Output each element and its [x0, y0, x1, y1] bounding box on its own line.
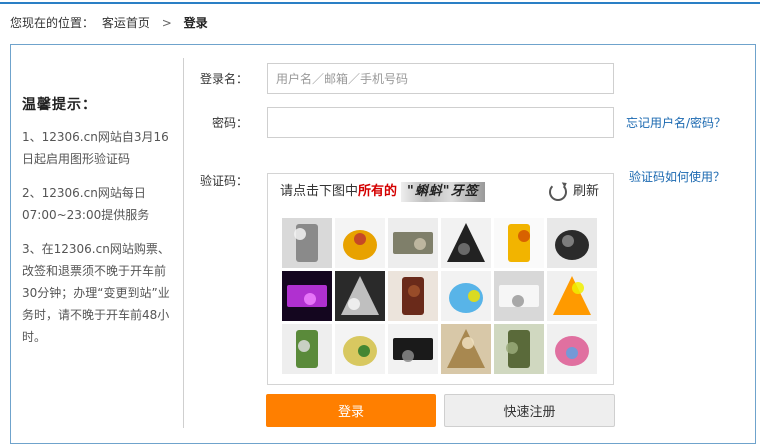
username-input[interactable] [267, 63, 614, 94]
captcha-refresh-label: 刷新 [572, 184, 599, 199]
captcha-box: 请点击下图中所有的 "蝌蚪"牙签 刷新 [267, 173, 614, 385]
captcha-image-earphones[interactable] [388, 324, 438, 374]
breadcrumb-prefix: 您现在的位置： [10, 16, 95, 30]
captcha-image-confetti-pieces[interactable] [547, 324, 597, 374]
captcha-image-keyboard[interactable] [441, 218, 491, 268]
captcha-image-zipper[interactable] [547, 218, 597, 268]
captcha-image-colored-sticky-notes[interactable] [547, 271, 597, 321]
captcha-image-usb-drive[interactable] [388, 218, 438, 268]
breadcrumb-current: 登录 [183, 16, 208, 30]
tip-item-3: 3、在12306.cn网站购票、改签和退票须不晚于开车前30分钟；办理“变更到站… [22, 242, 170, 344]
panel-divider [183, 58, 184, 428]
captcha-image-fountain-white[interactable] [335, 271, 385, 321]
tips-title: 温馨提示： [22, 97, 97, 113]
password-input[interactable] [267, 107, 614, 138]
captcha-image-dried-dates-plate[interactable] [388, 271, 438, 321]
captcha-prompt-emphasis: 所有的 [358, 184, 398, 199]
captcha-image-oil-bottle-yellow[interactable] [494, 218, 544, 268]
breadcrumb-home-link[interactable]: 客运首页 [102, 13, 150, 33]
captcha-image-cooking-oil-bottle[interactable] [335, 218, 385, 268]
login-button[interactable]: 登录 [266, 394, 436, 427]
quick-register-button[interactable]: 快速注册 [444, 394, 615, 427]
captcha-image-seed-packet[interactable] [282, 324, 332, 374]
username-label: 登录名： [199, 72, 248, 86]
top-header-bar [0, 0, 760, 4]
breadcrumb-separator: > [161, 16, 172, 30]
breadcrumb: 您现在的位置： 客运首页 > 登录 [10, 13, 208, 33]
tip-item-2: 2、12306.cn网站每日07:00~23:00提供服务 [22, 186, 150, 222]
captcha-prompt-text: 请点击下图中 [280, 184, 359, 199]
captcha-label: 验证码： [199, 174, 248, 188]
captcha-image-grid [282, 218, 600, 378]
captcha-refresh-button[interactable]: 刷新 [548, 181, 599, 203]
captcha-image-tadpole-toothpick[interactable] [494, 324, 544, 374]
tips-panel: 温馨提示： 1、12306.cn网站自3月16日起启用图形验证码 2、12306… [22, 94, 174, 360]
captcha-image-peanuts[interactable] [441, 324, 491, 374]
captcha-image-lighters[interactable] [441, 271, 491, 321]
captcha-help-link[interactable]: 验证码如何使用？ [629, 167, 725, 187]
captcha-image-oil-bottle-green-label[interactable] [335, 324, 385, 374]
captcha-target-word: "蝌蚪"牙签 [401, 182, 485, 202]
tip-item-1: 1、12306.cn网站自3月16日起启用图形验证码 [22, 130, 169, 166]
captcha-prompt: 请点击下图中所有的 "蝌蚪"牙签 [280, 182, 485, 202]
password-label: 密码： [211, 116, 248, 130]
captcha-image-thermos-cups[interactable] [282, 218, 332, 268]
captcha-image-handwritten-paper[interactable] [494, 271, 544, 321]
refresh-icon [548, 183, 567, 201]
captcha-image-music-fountain-purple[interactable] [282, 271, 332, 321]
forgot-password-link[interactable]: 忘记用户名/密码？ [626, 113, 726, 133]
login-page: 您现在的位置： 客运首页 > 登录 温馨提示： 1、12306.cn网站自3月1… [0, 0, 760, 448]
